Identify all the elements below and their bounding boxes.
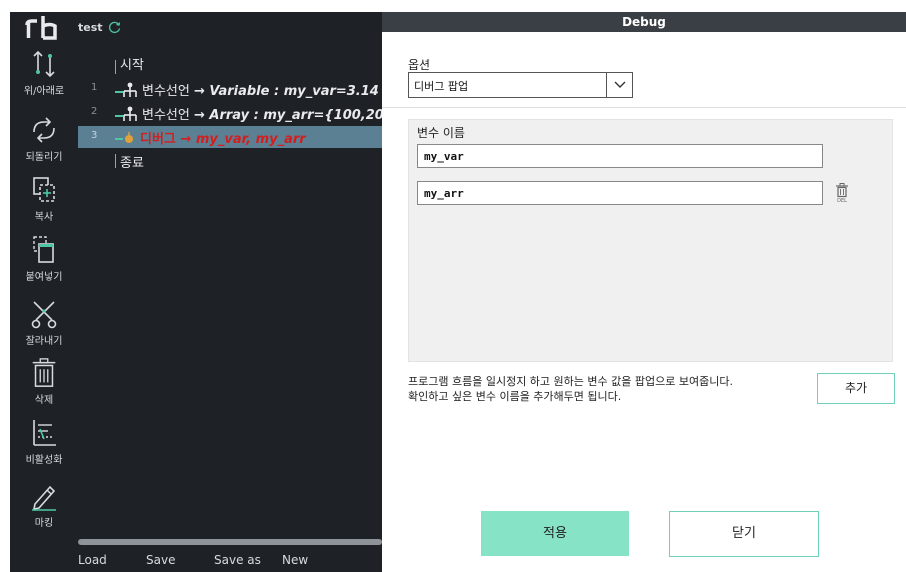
editor-panel: 위/아래로 되돌리기 복사 붙여넣기 잘라내기 삭제 비활성화 마킹 test …: [10, 12, 382, 572]
variable-list-box: 변수 이름 DEL: [408, 119, 893, 362]
variable-input-1[interactable]: [417, 144, 823, 168]
debug-icon: [115, 132, 133, 143]
line-number: 1: [91, 82, 98, 93]
code-line-text: 변수선언 → Array : my_arr={100,20: [142, 104, 382, 123]
start-label: 시작: [120, 58, 144, 73]
project-name: test: [78, 21, 103, 34]
tool-delete[interactable]: 삭제: [10, 357, 78, 406]
tool-copy[interactable]: 복사: [10, 174, 78, 223]
tool-label: 잘라내기: [25, 336, 63, 347]
paste-icon: [33, 236, 54, 263]
divider: [382, 107, 906, 108]
tool-disable[interactable]: 비활성화: [10, 417, 78, 466]
code-line-text: 변수선언 → Variable : my_var=3.14: [142, 80, 379, 99]
save-as-button[interactable]: Save as: [214, 553, 261, 567]
tool-label: 되돌리기: [25, 152, 63, 163]
save-button[interactable]: Save: [146, 553, 175, 567]
code-line-text: 디버그 → my_var, my_arr: [140, 128, 306, 147]
line-number: 2: [91, 106, 98, 117]
trash-icon: [836, 183, 848, 198]
apply-button[interactable]: 적용: [481, 511, 629, 556]
statement-keyword: 변수선언: [142, 84, 190, 99]
tool-label: 마킹: [34, 518, 54, 529]
tool-paste[interactable]: 붙여넣기: [10, 234, 78, 283]
disable-icon: [33, 420, 56, 446]
up-down-arrows-icon: [33, 50, 55, 78]
tool-cut[interactable]: 잘라내기: [10, 298, 78, 347]
delete-label: DEL: [837, 198, 847, 204]
statement-detail: → my_var, my_arr: [180, 132, 306, 147]
description-line-1: 프로그램 흐름을 일시정지 하고 원하는 변수 값을 팝업으로 보여줍니다.: [408, 375, 733, 388]
option-label: 옵션: [408, 58, 431, 72]
tool-label: 복사: [34, 212, 54, 223]
dialog-title: Debug: [622, 15, 666, 29]
dialog-titlebar[interactable]: Debug: [382, 12, 906, 32]
line-number: 3: [91, 130, 98, 141]
tool-label: 붙여넣기: [25, 272, 63, 283]
trash-icon: [32, 358, 56, 387]
code-line-3-selected[interactable]: 3 디버그 → my_var, my_arr: [78, 126, 382, 148]
tool-mark[interactable]: 마킹: [10, 480, 78, 529]
option-select-value: 디버그 팝업: [414, 80, 469, 93]
tool-undo[interactable]: 되돌리기: [10, 114, 78, 163]
start-node[interactable]: 시작: [78, 52, 382, 74]
code-area[interactable]: 시작 1 변수선언 → Variable : my_var=3.14 2 변수선…: [78, 50, 382, 540]
variable-input-2[interactable]: [417, 181, 823, 205]
bottom-menu: Load Save Save as New: [78, 553, 382, 572]
toolbar: 위/아래로 되돌리기 복사 붙여넣기 잘라내기 삭제 비활성화 마킹: [10, 12, 78, 542]
chevron-down-icon: [614, 81, 626, 88]
debug-dialog: Debug 옵션 디버그 팝업 변수 이름 DEL 프로그램 흐름을 일시정지 …: [382, 12, 906, 572]
statement-keyword: 변수선언: [142, 108, 190, 123]
copy-icon: [33, 177, 55, 202]
tool-updown[interactable]: 위/아래로: [10, 48, 78, 97]
undo-redo-icon: [33, 117, 55, 143]
load-button[interactable]: Load: [78, 553, 107, 567]
rb-logo: [25, 16, 57, 40]
scissors-icon: [31, 301, 57, 329]
new-button[interactable]: New: [282, 553, 308, 567]
description-line-2: 확인하고 싶은 변수 이름을 추가해두면 됩니다.: [408, 390, 622, 403]
refresh-icon[interactable]: [108, 20, 122, 34]
tool-label: 삭제: [34, 395, 54, 406]
statement-detail: → Array : my_arr={100,20: [193, 108, 382, 123]
pen-icon: [32, 485, 56, 511]
description: 프로그램 흐름을 일시정지 하고 원하는 변수 값을 팝업으로 보여줍니다. 확…: [408, 374, 788, 404]
end-node[interactable]: 종료: [78, 150, 382, 172]
variable-name-label: 변수 이름: [417, 126, 465, 140]
code-line-2[interactable]: 2 변수선언 → Array : my_arr={100,20: [78, 102, 382, 124]
horizontal-scrollbar[interactable]: [78, 539, 382, 545]
statement-keyword: 디버그: [140, 132, 176, 147]
option-select[interactable]: 디버그 팝업: [408, 72, 633, 98]
tool-label: 위/아래로: [23, 86, 65, 97]
close-button[interactable]: 닫기: [669, 511, 819, 557]
option-select-toggle[interactable]: [606, 73, 632, 97]
add-variable-button[interactable]: 추가: [817, 373, 895, 404]
statement-detail: → Variable : my_var=3.14: [193, 84, 379, 99]
code-line-1[interactable]: 1 변수선언 → Variable : my_var=3.14: [78, 78, 382, 100]
end-label: 종료: [120, 156, 144, 171]
delete-variable-button[interactable]: DEL: [834, 182, 850, 204]
tool-label: 비활성화: [25, 455, 63, 466]
